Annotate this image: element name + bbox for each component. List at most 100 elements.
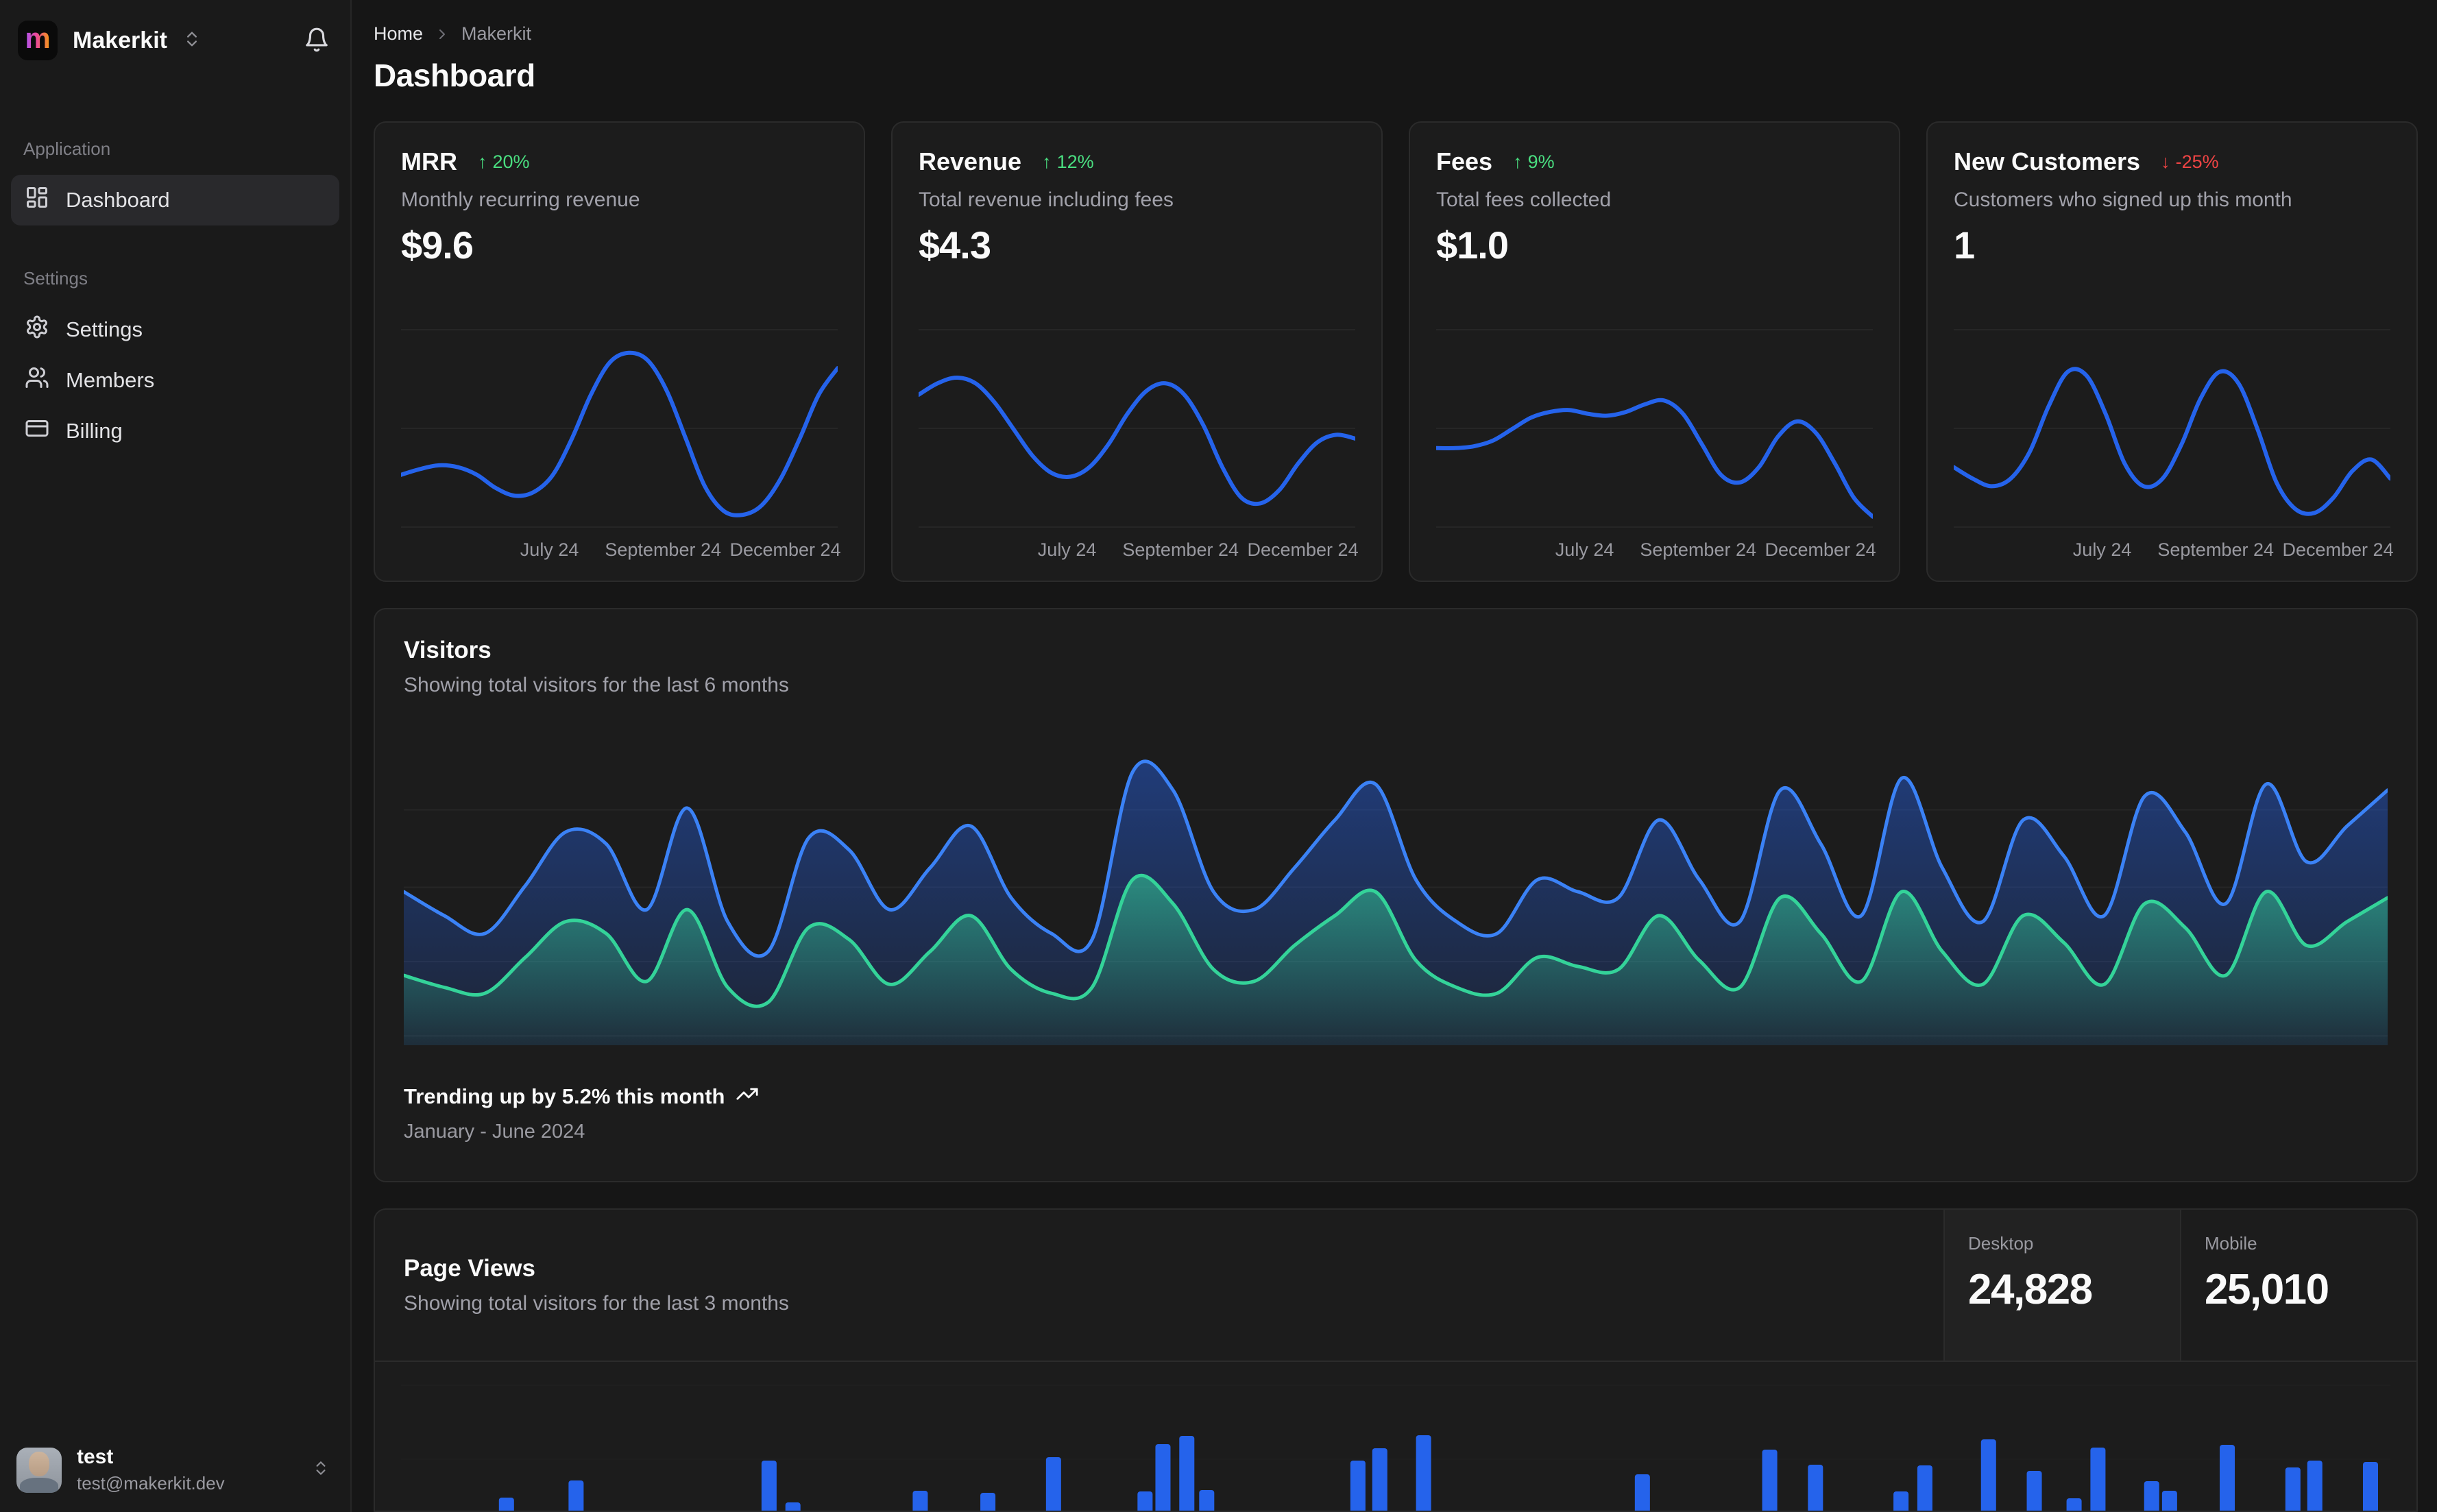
arrow-up-icon: ↑ xyxy=(1042,151,1052,172)
toggle-mobile[interactable]: Mobile 25,010 xyxy=(2180,1210,2416,1361)
axis-tick: July 24 xyxy=(1555,539,1614,560)
stat-title: Fees xyxy=(1436,147,1493,175)
credit-card-icon xyxy=(25,416,49,446)
sidebar: m Makerkit Application Dashboard Setting… xyxy=(0,0,352,1512)
stat-description: Customers who signed up this month xyxy=(1954,188,2292,211)
stat-card-fees: Fees ↑ 9% Total fees collected $1.0 July… xyxy=(1409,121,1900,582)
stat-value: 1 xyxy=(1954,223,1975,267)
axis-tick: September 24 xyxy=(2157,539,2274,560)
stat-value: $9.6 xyxy=(401,223,474,267)
trend-value: 9% xyxy=(1527,151,1555,172)
sidebar-item-label: Members xyxy=(66,368,155,392)
users-icon xyxy=(25,365,49,395)
sidebar-item-settings[interactable]: Settings xyxy=(11,304,339,355)
revenue-sparkline-chart xyxy=(919,329,1355,528)
bell-icon xyxy=(304,27,330,55)
date-range: January - June 2024 xyxy=(404,1121,585,1143)
stat-value: 24,828 xyxy=(1968,1266,2093,1313)
breadcrumb: Home Makerkit xyxy=(374,23,2418,45)
chevrons-up-down-icon xyxy=(312,1459,330,1480)
page-title: Dashboard xyxy=(374,58,535,93)
nav-section-settings: Settings xyxy=(23,268,88,289)
breadcrumb-current: Makerkit xyxy=(461,23,532,44)
visitors-title: Visitors xyxy=(404,637,492,663)
stat-value: $4.3 xyxy=(919,223,991,267)
breadcrumb-home-link[interactable]: Home xyxy=(374,23,423,45)
visitors-panel: Visitors Showing total visitors for the … xyxy=(374,608,2418,1182)
arrow-up-icon: ↑ xyxy=(1513,151,1523,172)
stat-title: New Customers xyxy=(1954,147,2141,175)
stat-title: MRR xyxy=(401,147,457,175)
fees-sparkline-chart xyxy=(1436,329,1873,528)
stat-description: Monthly recurring revenue xyxy=(401,188,640,211)
stat-value: 25,010 xyxy=(2205,1266,2329,1313)
trend-value: 12% xyxy=(1056,151,1094,172)
sidebar-item-label: Dashboard xyxy=(66,188,170,212)
page-views-panel: Page Views Showing total visitors for th… xyxy=(374,1208,2418,1512)
page-views-subtitle: Showing total visitors for the last 3 mo… xyxy=(404,1292,789,1315)
x-axis: July 24 September 24 December 24 xyxy=(1954,537,2394,565)
mrr-sparkline-chart xyxy=(401,329,838,528)
stat-description: Total fees collected xyxy=(1436,188,1612,211)
arrow-down-icon: ↓ xyxy=(2161,151,2170,172)
sidebar-nav: Application Dashboard Settings Settings … xyxy=(0,138,350,456)
notifications-button[interactable] xyxy=(304,27,330,55)
stat-value: $1.0 xyxy=(1436,223,1509,267)
user-email: test@makerkit.dev xyxy=(77,1473,225,1493)
stat-label: Mobile xyxy=(2205,1233,2257,1254)
x-axis: July 24 September 24 December 24 xyxy=(1436,537,1876,565)
stat-description: Total revenue including fees xyxy=(919,188,1174,211)
stat-label: Desktop xyxy=(1968,1233,2034,1254)
stat-card-new-customers: New Customers ↓ -25% Customers who signe… xyxy=(1926,121,2418,582)
sidebar-item-billing[interactable]: Billing xyxy=(11,406,339,456)
trend-value: -25% xyxy=(2175,151,2219,172)
axis-tick: September 24 xyxy=(605,539,721,560)
workspace-selector[interactable]: m Makerkit xyxy=(0,0,350,78)
stat-title: Revenue xyxy=(919,147,1022,175)
trend-value: 20% xyxy=(492,151,530,172)
dashboard-icon xyxy=(25,185,49,215)
user-name: test xyxy=(77,1446,114,1468)
axis-tick: December 24 xyxy=(1765,539,1876,560)
stat-cards-row: MRR ↑ 20% Monthly recurring revenue $9.6… xyxy=(374,121,2418,582)
main-content: Home Makerkit Dashboard MRR ↑ 20% Monthl… xyxy=(352,0,2437,1512)
trend-badge: ↑ 12% xyxy=(1042,151,1094,173)
sidebar-item-label: Settings xyxy=(66,317,143,341)
axis-tick: July 24 xyxy=(1037,539,1097,560)
axis-tick: September 24 xyxy=(1122,539,1239,560)
user-menu[interactable]: test test@makerkit.dev xyxy=(0,1429,350,1512)
axis-tick: December 24 xyxy=(729,539,841,560)
gear-icon xyxy=(25,315,49,345)
axis-tick: July 24 xyxy=(2072,539,2132,560)
visitors-area-chart xyxy=(404,759,2388,1045)
axis-tick: July 24 xyxy=(520,539,579,560)
stat-card-revenue: Revenue ↑ 12% Total revenue including fe… xyxy=(891,121,1383,582)
axis-tick: September 24 xyxy=(1640,539,1756,560)
chevron-right-icon xyxy=(434,26,450,42)
toggle-desktop[interactable]: Desktop 24,828 xyxy=(1943,1210,2180,1361)
x-axis: July 24 September 24 December 24 xyxy=(401,537,841,565)
trend-badge: ↓ -25% xyxy=(2161,151,2219,173)
avatar xyxy=(16,1447,62,1493)
axis-tick: December 24 xyxy=(1247,539,1359,560)
stat-card-mrr: MRR ↑ 20% Monthly recurring revenue $9.6… xyxy=(374,121,865,582)
makerkit-logo: m xyxy=(18,21,58,60)
trend-summary: Trending up by 5.2% this month xyxy=(404,1082,2388,1111)
nav-section-application: Application xyxy=(23,138,111,159)
axis-tick: December 24 xyxy=(2282,539,2394,560)
customers-sparkline-chart xyxy=(1954,329,2390,528)
chevrons-up-down-icon xyxy=(182,29,202,52)
logo-letter: m xyxy=(25,22,51,54)
page-views-title: Page Views xyxy=(404,1255,535,1282)
sidebar-item-members[interactable]: Members xyxy=(11,355,339,406)
trend-text: Trending up by 5.2% this month xyxy=(404,1084,725,1108)
arrow-up-icon: ↑ xyxy=(477,151,487,172)
trending-up-icon xyxy=(736,1082,759,1111)
page-views-bar-chart xyxy=(401,1385,2390,1511)
x-axis: July 24 September 24 December 24 xyxy=(919,537,1359,565)
trend-badge: ↑ 20% xyxy=(478,151,530,173)
sidebar-item-dashboard[interactable]: Dashboard xyxy=(11,175,339,225)
workspace-name: Makerkit xyxy=(73,27,167,53)
sidebar-item-label: Billing xyxy=(66,419,123,443)
visitors-subtitle: Showing total visitors for the last 6 mo… xyxy=(404,674,789,696)
